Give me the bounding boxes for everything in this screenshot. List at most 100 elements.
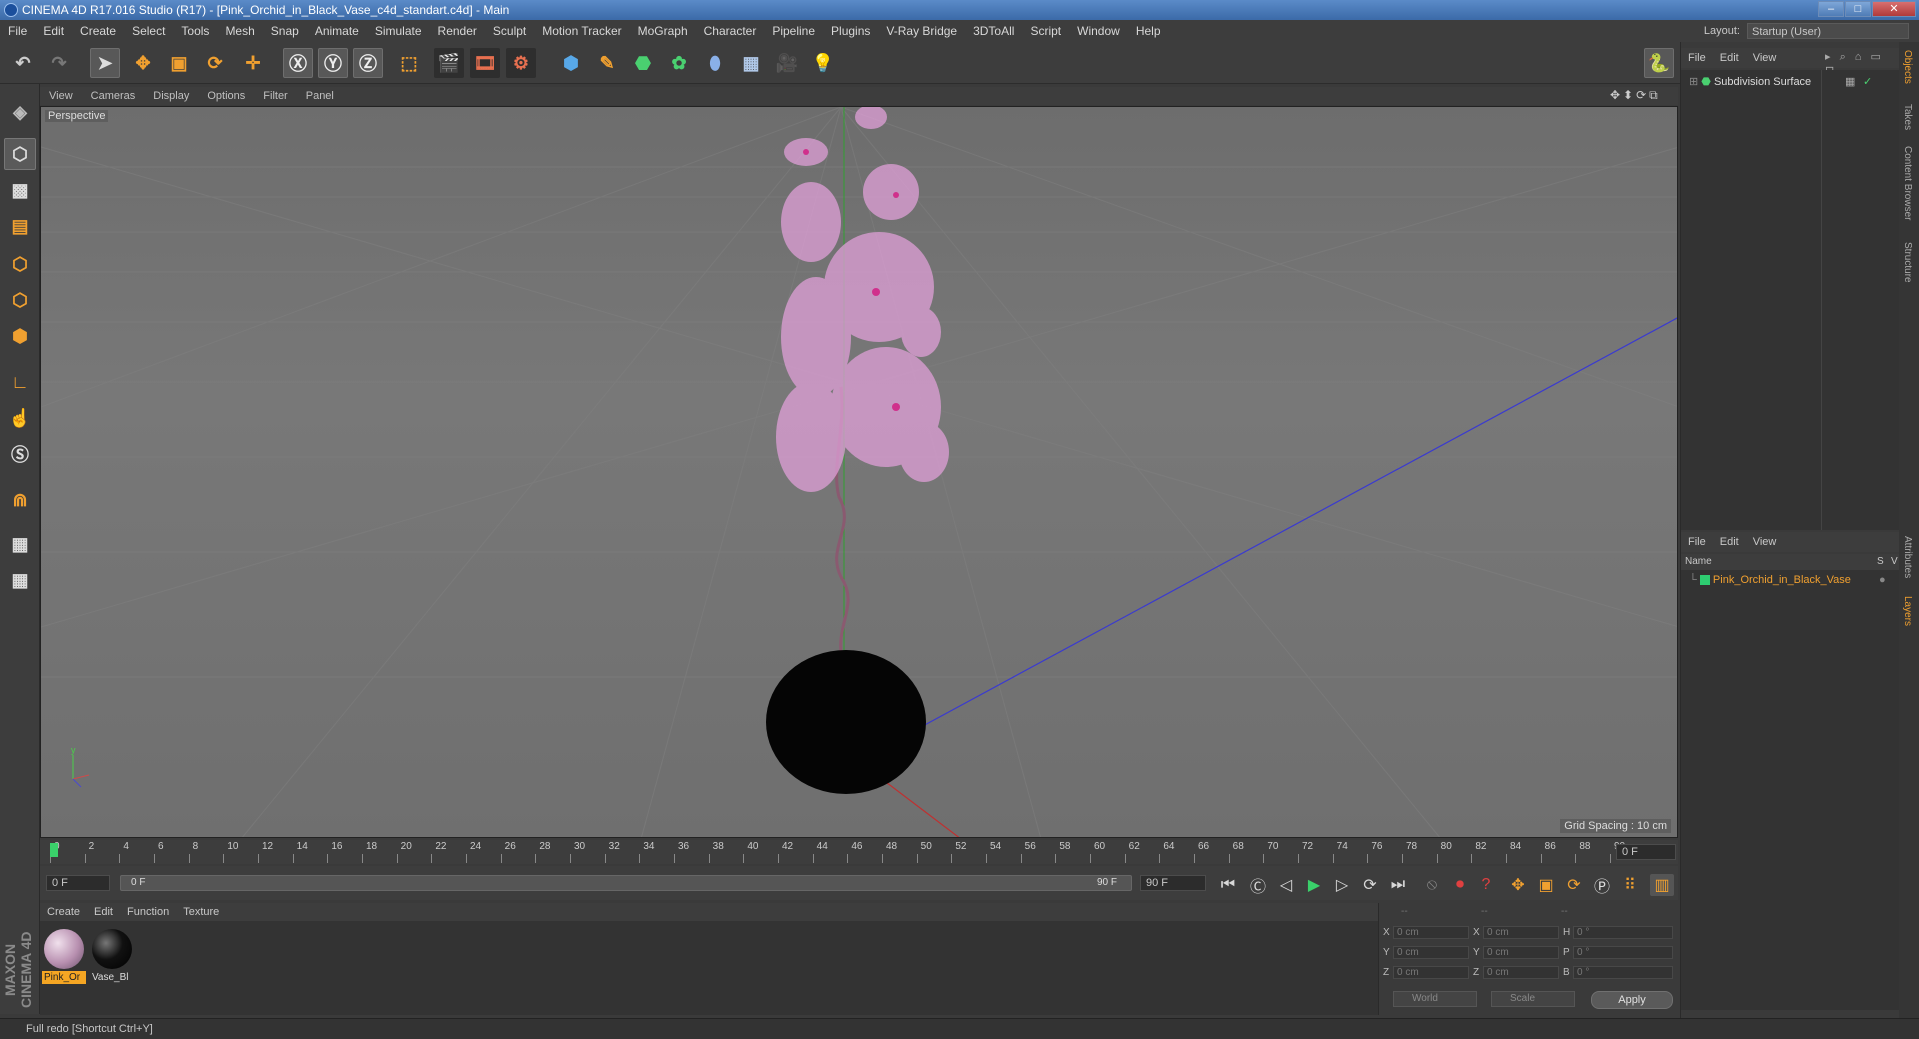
current-frame-field[interactable]: 0 F xyxy=(1616,844,1676,860)
render-view-icon[interactable]: 🎬 xyxy=(434,48,464,78)
viewport-menu-panel[interactable]: Panel xyxy=(297,87,343,105)
material-menu-edit[interactable]: Edit xyxy=(87,903,120,921)
tab-attributes[interactable]: Attributes xyxy=(1902,536,1913,578)
autokey-icon[interactable]: ⏺ xyxy=(1448,874,1472,896)
prev-keyframe-icon[interactable]: Ⓒ xyxy=(1246,874,1270,896)
lock-workplane-icon[interactable]: ▦ xyxy=(4,528,36,560)
tab-structure[interactable]: Structure xyxy=(1902,242,1913,283)
play-icon[interactable]: ▶ xyxy=(1302,874,1326,896)
camera-icon[interactable]: 🎥 xyxy=(772,48,802,78)
layer-menu-view[interactable]: View xyxy=(1746,532,1784,552)
menu-file[interactable]: File xyxy=(0,20,35,42)
menu-character[interactable]: Character xyxy=(696,20,765,42)
menu-create[interactable]: Create xyxy=(72,20,124,42)
material-menu-texture[interactable]: Texture xyxy=(176,903,226,921)
frame-range-slider[interactable]: 0 F 90 F xyxy=(120,875,1132,891)
object-menu-file[interactable]: File xyxy=(1681,48,1713,68)
select-arrow-icon[interactable]: ➤ xyxy=(90,48,120,78)
menu-script[interactable]: Script xyxy=(1022,20,1069,42)
end-frame-field[interactable]: 90 F xyxy=(1140,875,1206,891)
maximize-button[interactable]: □ xyxy=(1845,1,1871,17)
object-enabled-check-icon[interactable]: ✓ xyxy=(1863,74,1872,90)
menu-animate[interactable]: Animate xyxy=(307,20,367,42)
light-icon[interactable]: 💡 xyxy=(808,48,838,78)
spline-pen-icon[interactable]: ✎ xyxy=(592,48,622,78)
menu-help[interactable]: Help xyxy=(1128,20,1169,42)
menu-render[interactable]: Render xyxy=(430,20,485,42)
tab-takes[interactable]: Takes xyxy=(1902,104,1913,130)
record-keys-icon[interactable]: ⦸ xyxy=(1420,874,1444,896)
menu-v-ray-bridge[interactable]: V-Ray Bridge xyxy=(878,20,965,42)
layer-menu-file[interactable]: File xyxy=(1681,532,1713,552)
menu-simulate[interactable]: Simulate xyxy=(367,20,430,42)
key-pla-icon[interactable]: ⠿ xyxy=(1618,874,1642,896)
menu-plugins[interactable]: Plugins xyxy=(823,20,878,42)
rot-b-field[interactable]: 0 ° xyxy=(1573,966,1673,979)
rot-p-field[interactable]: 0 ° xyxy=(1573,946,1673,959)
next-keyframe-icon[interactable]: ⟳ xyxy=(1358,874,1382,896)
material-vase-black[interactable]: Vase_Bl xyxy=(90,927,134,985)
coordinate-system-icon[interactable]: ⬚ xyxy=(394,48,424,78)
layer-menu-edit[interactable]: Edit xyxy=(1713,532,1746,552)
edges-mode-icon[interactable]: ⬡ xyxy=(4,284,36,316)
tweak-mode-icon[interactable]: ☝ xyxy=(4,402,36,434)
texture-mode-icon[interactable]: ▩ xyxy=(4,174,36,206)
deformer-icon[interactable]: ⬮ xyxy=(700,48,730,78)
redo-icon[interactable]: ↷ xyxy=(44,48,74,78)
polygons-mode-icon[interactable]: ⬢ xyxy=(4,320,36,352)
keyframe-selection-icon[interactable]: ? xyxy=(1474,874,1498,896)
z-axis-lock-icon[interactable]: Ⓩ xyxy=(353,48,383,78)
subdivision-surface-icon[interactable]: ⬣ xyxy=(628,48,658,78)
key-position-icon[interactable]: ✥ xyxy=(1506,874,1530,896)
coordinate-space-dropdown[interactable]: World xyxy=(1393,991,1477,1007)
pos-z-field[interactable]: 0 cm xyxy=(1393,966,1469,979)
object-row[interactable]: ⊞ ⬣ Subdivision Surface ▦ ✓ xyxy=(1689,74,1889,90)
layout-dropdown[interactable]: Startup (User) xyxy=(1747,23,1909,40)
snap-icon[interactable]: Ⓢ xyxy=(4,438,36,470)
pos-x-field[interactable]: 0 cm xyxy=(1393,926,1469,939)
axis-mode-icon[interactable]: ∟ xyxy=(4,366,36,398)
rotate-icon[interactable]: ⟳ xyxy=(200,48,230,78)
viewport-nav-icons[interactable]: ✥⬍⟳⧉ xyxy=(1610,88,1661,103)
menu-edit[interactable]: Edit xyxy=(35,20,72,42)
rot-h-field[interactable]: 0 ° xyxy=(1573,926,1673,939)
object-menu-view[interactable]: View xyxy=(1746,48,1784,68)
menu-tools[interactable]: Tools xyxy=(173,20,217,42)
points-mode-icon[interactable]: ⬡ xyxy=(4,248,36,280)
playhead[interactable] xyxy=(50,843,58,857)
object-menu-edit[interactable]: Edit xyxy=(1713,48,1746,68)
tab-content-browser[interactable]: Content Browser xyxy=(1902,146,1913,220)
key-parameter-icon[interactable]: Ⓟ xyxy=(1590,874,1614,896)
timeline-window-icon[interactable]: ▥ xyxy=(1650,874,1674,896)
viewport-menu-view[interactable]: View xyxy=(40,87,82,105)
layer-solo-icon[interactable]: ● xyxy=(1879,572,1886,588)
menu-mesh[interactable]: Mesh xyxy=(217,20,262,42)
make-editable-icon[interactable]: ◈ xyxy=(4,96,36,128)
undo-icon[interactable]: ↶ xyxy=(8,48,38,78)
pos-y-field[interactable]: 0 cm xyxy=(1393,946,1469,959)
next-frame-icon[interactable]: ▷ xyxy=(1330,874,1354,896)
start-frame-field[interactable]: 0 F xyxy=(46,875,110,891)
menu-pipeline[interactable]: Pipeline xyxy=(764,20,823,42)
python-icon[interactable]: 🐍 xyxy=(1644,48,1674,78)
menu-motion-tracker[interactable]: Motion Tracker xyxy=(534,20,629,42)
material-pink-orchid[interactable]: Pink_Or xyxy=(42,927,86,985)
material-menu-function[interactable]: Function xyxy=(120,903,176,921)
floor-icon[interactable]: ▦ xyxy=(736,48,766,78)
apply-button[interactable]: Apply xyxy=(1591,991,1673,1009)
viewport-menu-filter[interactable]: Filter xyxy=(254,87,296,105)
menu-window[interactable]: Window xyxy=(1069,20,1128,42)
menu-mograph[interactable]: MoGraph xyxy=(630,20,696,42)
prev-frame-icon[interactable]: ◁ xyxy=(1274,874,1298,896)
tab-objects[interactable]: Objects xyxy=(1902,50,1913,84)
x-axis-lock-icon[interactable]: Ⓧ xyxy=(283,48,313,78)
expand-icon[interactable]: ⊞ xyxy=(1689,76,1698,88)
cube-primitive-icon[interactable]: ⬢ xyxy=(556,48,586,78)
tab-layers[interactable]: Layers xyxy=(1902,596,1913,626)
transform-icon[interactable]: ✛ xyxy=(238,48,268,78)
goto-start-icon[interactable]: ⏮ xyxy=(1216,874,1240,896)
timeline-ruler[interactable]: 0246810121416182022242628303234363840424… xyxy=(40,840,1678,864)
model-mode-icon[interactable]: ⬡ xyxy=(4,138,36,170)
size-mode-dropdown[interactable]: Scale xyxy=(1491,991,1575,1007)
scale-icon[interactable]: ▣ xyxy=(164,48,194,78)
